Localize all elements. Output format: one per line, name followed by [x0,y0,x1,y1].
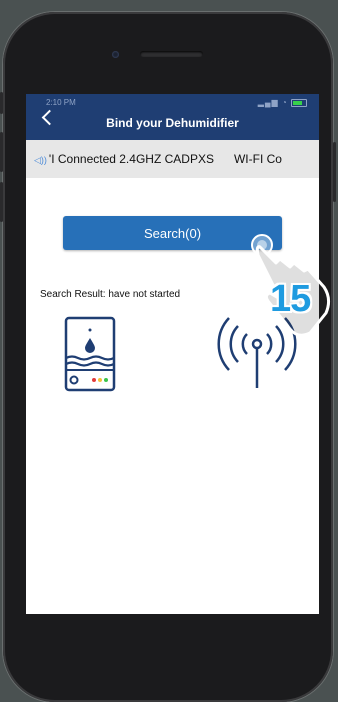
app-header: 2:10 PM ▂▄▆ ◔ Bind your Dehumidifier [26,94,319,140]
signal-icon: ▂▄▆ [257,98,279,107]
earpiece-speaker [140,51,203,57]
volume-up-button [0,132,3,172]
wifi-status-icon: ◔ [281,98,288,107]
dehumidifier-icon [64,316,116,392]
front-camera [112,51,119,58]
marquee-text-2: WI-FI Co [233,152,282,166]
wifi-info-marquee: ◁)) 'I Connected 2.4GHZ CADPXS WI-FI Co [26,140,319,178]
power-button [333,142,336,202]
mute-switch [0,92,3,114]
volume-down-button [0,182,3,222]
speaker-icon: ◁)) [34,155,47,165]
app-screen: 2:10 PM ▂▄▆ ◔ Bind your Dehumidifier ◁))… [26,94,319,614]
page-title: Bind your Dehumidifier [106,116,239,130]
battery-icon [291,98,307,107]
step-number: 15 [270,278,311,320]
status-time: 2:10 PM [46,98,76,107]
marquee-track: ◁)) 'I Connected 2.4GHZ CADPXS WI-FI Co [34,152,282,166]
search-result-label: Search Result: have not started [40,289,181,300]
marquee-text-1: 'I Connected 2.4GHZ CADPXS [48,152,214,166]
status-icons: ▂▄▆ ◔ [258,98,307,107]
